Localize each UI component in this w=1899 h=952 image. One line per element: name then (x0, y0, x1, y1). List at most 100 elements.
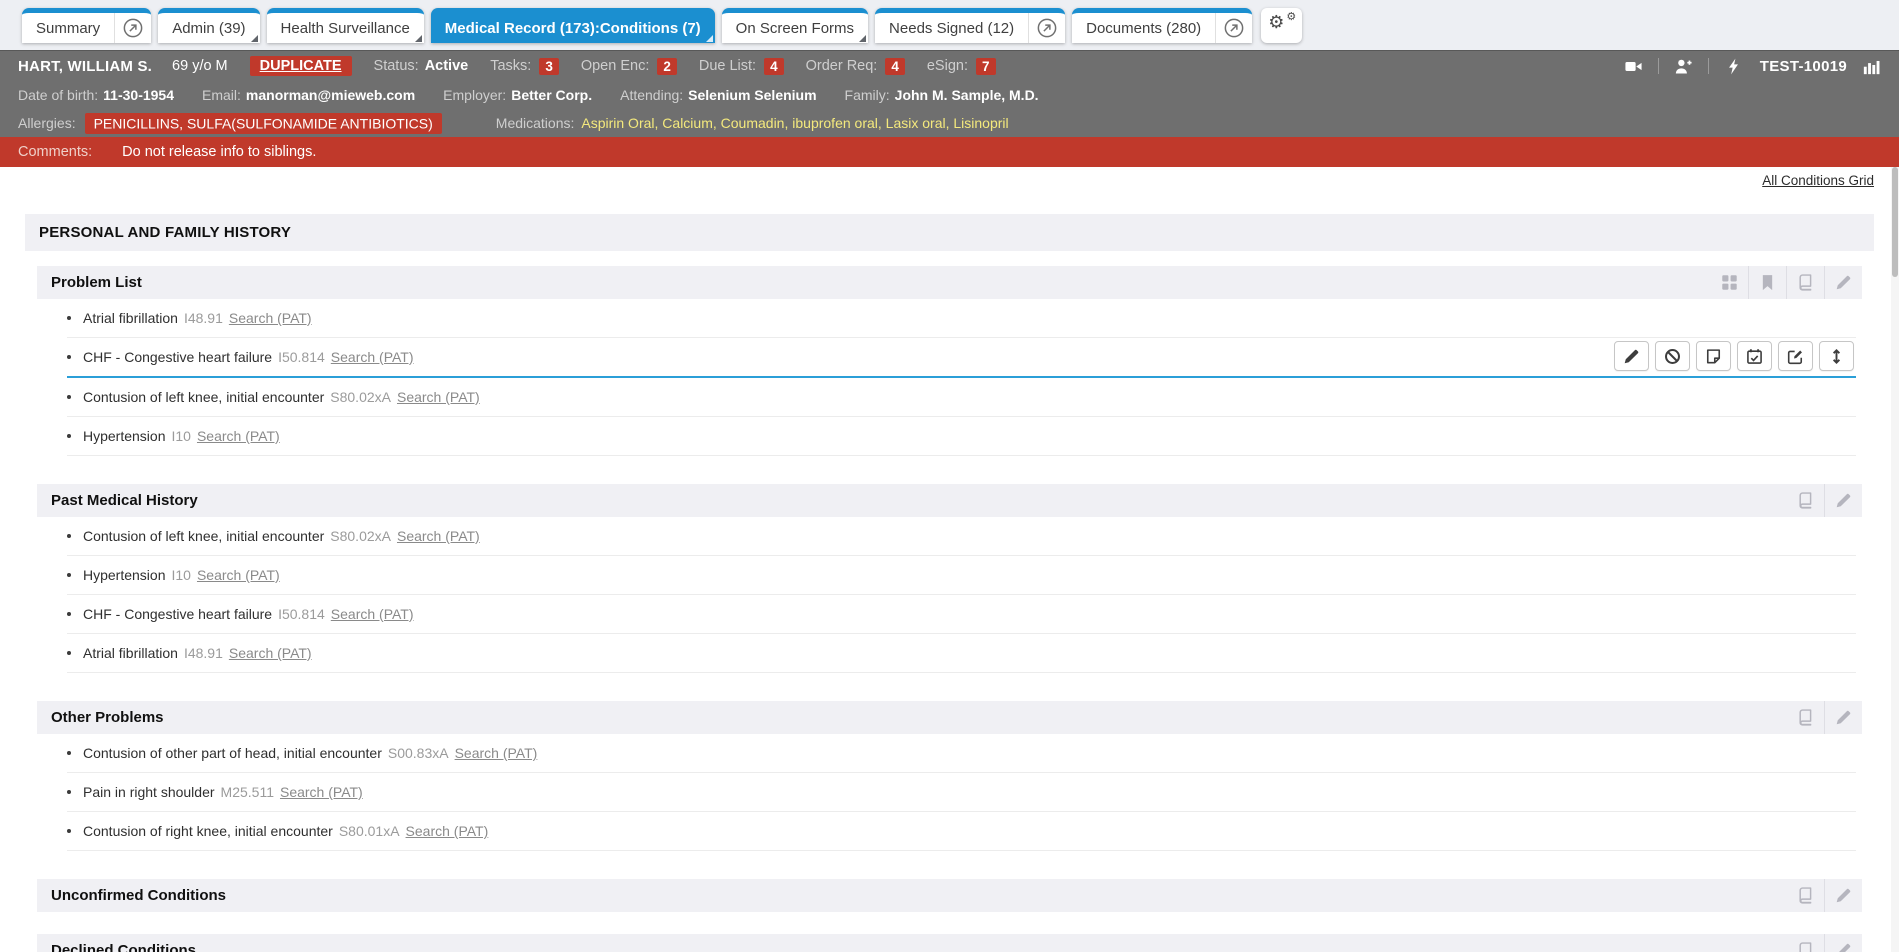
calendar-check-button[interactable] (1737, 341, 1772, 371)
external-link-icon[interactable] (1028, 13, 1065, 43)
condition-search-link[interactable]: Search (PAT) (197, 428, 280, 444)
edit-note-button[interactable] (1778, 341, 1813, 371)
ban-icon (1664, 348, 1681, 365)
book-icon[interactable] (1787, 701, 1824, 734)
medication-link-aspirin-oral[interactable]: Aspirin Oral (581, 115, 654, 131)
external-link-icon[interactable] (1215, 13, 1252, 43)
external-link-icon[interactable] (114, 13, 151, 43)
allergy-medication-row: Allergies: PENICILLINS, SULFA(SULFONAMIDE… (0, 109, 1899, 137)
condition-search-link[interactable]: Search (PAT) (229, 310, 312, 326)
section-header: Problem List (37, 266, 1862, 299)
tab-health-surveillance[interactable]: Health Surveillance (267, 8, 424, 43)
book-icon[interactable] (1787, 934, 1824, 952)
scrollbar-thumb[interactable] (1892, 167, 1898, 277)
section-title: Past Medical History (37, 484, 198, 517)
medication-links: Aspirin Oral, Calcium, Coumadin, ibuprof… (581, 115, 1008, 131)
tab-label: Health Surveillance (267, 13, 424, 43)
condition-name: Atrial fibrillation (83, 310, 178, 326)
allergies-label: Allergies: (18, 115, 76, 131)
medication-link-calcium[interactable]: Calcium (662, 115, 713, 131)
all-conditions-grid-link[interactable]: All Conditions Grid (1762, 173, 1874, 188)
condition-search-link[interactable]: Search (PAT) (397, 389, 480, 405)
pencil-icon[interactable] (1824, 934, 1862, 952)
info-attending: Attending:Selenium Selenium (620, 87, 816, 103)
video-camera-icon[interactable] (1624, 58, 1643, 75)
app-window: SummaryAdmin (39) Health SurveillanceMedi… (0, 0, 1899, 952)
condition-search-link[interactable]: Search (PAT) (397, 528, 480, 544)
condition-row: CHF - Congestive heart failureI50.814Sea… (67, 338, 1856, 378)
medication-link-coumadin[interactable]: Coumadin (721, 115, 785, 131)
settings-button[interactable]: ⚙⚙ (1261, 8, 1302, 43)
info-label: Employer: (443, 87, 506, 103)
counter-badge-due-list[interactable]: 4 (764, 58, 784, 75)
tab-summary[interactable]: Summary (22, 8, 151, 43)
condition-search-link[interactable]: Search (PAT) (455, 745, 538, 761)
edit-note-icon (1787, 348, 1804, 365)
medication-link-lisinopril[interactable]: Lisinopril (953, 115, 1008, 131)
scrollbar-track[interactable] (1891, 167, 1899, 952)
calendar-check-icon (1746, 348, 1763, 365)
patient-age-sex: 69 y/o M (172, 58, 228, 74)
book-icon[interactable] (1786, 266, 1824, 299)
sticky-note-button[interactable] (1696, 341, 1731, 371)
condition-search-link[interactable]: Search (PAT) (280, 784, 363, 800)
section-header: Unconfirmed Conditions (37, 879, 1862, 912)
condition-row: Contusion of other part of head, initial… (67, 734, 1856, 773)
row-actions (1614, 341, 1854, 371)
condition-sections: Problem ListAtrial fibrillationI48.91Sea… (25, 266, 1874, 952)
allergy-badge[interactable]: PENICILLINS, SULFA(SULFONAMIDE ANTIBIOTI… (85, 113, 442, 134)
tab-admin-39[interactable]: Admin (39) (158, 8, 259, 43)
book-icon[interactable] (1787, 879, 1824, 912)
condition-search-link[interactable]: Search (PAT) (229, 645, 312, 661)
condition-search-link[interactable]: Search (PAT) (197, 567, 280, 583)
lightning-icon[interactable] (1724, 58, 1743, 75)
pencil-icon (1623, 348, 1640, 365)
condition-row: Pain in right shoulderM25.511Search (PAT… (67, 773, 1856, 812)
person-add-icon[interactable] (1674, 58, 1693, 75)
tab-medical-record-173-conditions-7[interactable]: Medical Record (173):Conditions (7) (431, 8, 715, 43)
counter-badge-open-enc[interactable]: 2 (657, 58, 677, 75)
info-email: Email:manorman@mieweb.com (202, 87, 415, 103)
duplicate-badge[interactable]: DUPLICATE (250, 56, 352, 76)
condition-list: Contusion of left knee, initial encounte… (37, 517, 1862, 679)
tab-on-screen-forms[interactable]: On Screen Forms (722, 8, 868, 43)
section-title: Declined Conditions (37, 934, 196, 952)
pencil-button[interactable] (1614, 341, 1649, 371)
ban-button[interactable] (1655, 341, 1690, 371)
section-title: Problem List (37, 266, 142, 299)
condition-search-link[interactable]: Search (PAT) (331, 606, 414, 622)
counter-badge-esign[interactable]: 7 (976, 58, 996, 75)
condition-search-link[interactable]: Search (PAT) (331, 349, 414, 365)
medication-link-lasix-oral[interactable]: Lasix oral (886, 115, 946, 131)
pencil-icon[interactable] (1824, 484, 1862, 517)
tab-needs-signed-12[interactable]: Needs Signed (12) (875, 8, 1065, 43)
icon-divider (1658, 58, 1659, 74)
condition-search-link[interactable]: Search (PAT) (406, 823, 489, 839)
section-header-icons (1787, 484, 1862, 517)
condition-name: CHF - Congestive heart failure (83, 349, 272, 365)
resize-vertical-button[interactable] (1819, 341, 1854, 371)
info-label: Email: (202, 87, 241, 103)
bar-chart-icon[interactable] (1862, 58, 1881, 75)
tab-bar: SummaryAdmin (39) Health SurveillanceMedi… (0, 0, 1899, 50)
pencil-icon[interactable] (1824, 701, 1862, 734)
bullet-icon (67, 316, 71, 320)
tab-label: Documents (280) (1072, 13, 1215, 43)
condition-code: S80.02xA (330, 528, 391, 544)
grid-icon[interactable] (1711, 266, 1748, 299)
pencil-icon[interactable] (1824, 879, 1862, 912)
bookmark-icon[interactable] (1748, 266, 1786, 299)
condition-row: Atrial fibrillationI48.91Search (PAT) (67, 299, 1856, 338)
medication-link-ibuprofen-oral[interactable]: ibuprofen oral (792, 115, 878, 131)
condition-row: Contusion of right knee, initial encount… (67, 812, 1856, 851)
info-label: Attending: (620, 87, 683, 103)
condition-name: Contusion of other part of head, initial… (83, 745, 382, 761)
section-past-medical-history: Past Medical HistoryContusion of left kn… (37, 484, 1862, 679)
conditions-content: All Conditions Grid PERSONAL AND FAMILY … (0, 167, 1899, 952)
counter-badge-order-req[interactable]: 4 (885, 58, 905, 75)
tab-documents-280[interactable]: Documents (280) (1072, 8, 1252, 43)
counter-badge-tasks[interactable]: 3 (539, 58, 559, 75)
tab-label: Needs Signed (12) (875, 13, 1028, 43)
book-icon[interactable] (1787, 484, 1824, 517)
pencil-icon[interactable] (1824, 266, 1862, 299)
